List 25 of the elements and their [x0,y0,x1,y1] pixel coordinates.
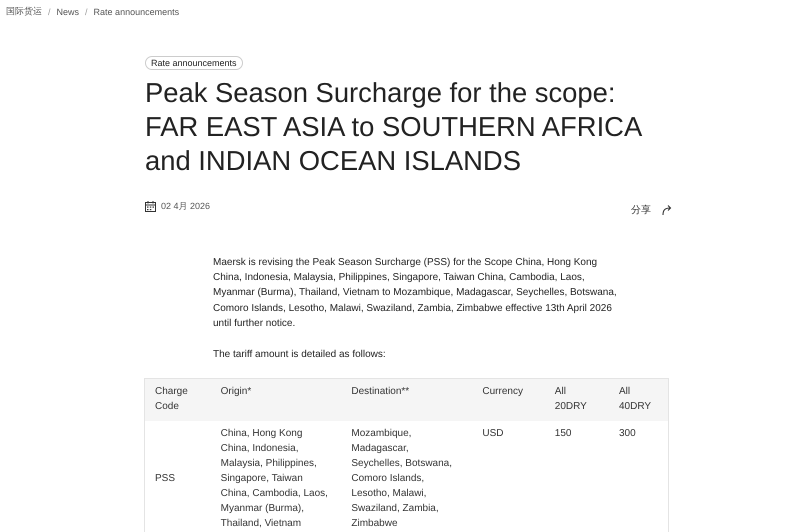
breadcrumb-separator: / [85,6,88,16]
column-header: Destination** [341,378,472,422]
category-tag[interactable]: Rate announcements [145,56,243,70]
table-cell: 150 [544,421,609,532]
table-cell: USD [472,421,545,532]
breadcrumb-link[interactable]: Rate announcements [94,6,180,16]
breadcrumb-link[interactable]: News [56,6,80,16]
table-cell: Mozambique, Madagascar, Seychelles, Botswana, Comoro Islands, Lesotho, Malawi, Swaziland, Zambia, Zimbabwe [341,421,472,532]
table-cell: 300 [608,421,668,532]
table-cell: PSS [144,421,211,532]
table-cell: China, Hong Kong China, Indonesia, Malaysia, Philippines, Singapore, Taiwan China, Cambodia, Laos, Myanmar (Burma), Thailand, Vietnam [210,421,342,532]
column-header: All 20DRY [544,378,609,422]
article-title: Peak Season Surcharge for the scope: FAR EAST ASIA to SOUTHERN AFRICA and INDIAN OCEAN ISLANDS [145,76,642,178]
breadcrumb-link[interactable]: 国际货运 [6,5,42,18]
column-header: Charge Code [144,378,211,422]
calendar-icon [145,200,156,212]
column-header: Currency [472,378,545,422]
column-header: Origin* [210,378,342,422]
share-button[interactable]: 分享 [631,203,673,217]
paragraph: The tariff amount is detailed as follows: [213,348,387,362]
share-icon [661,204,673,216]
column-header: All 40DRY [608,378,668,422]
publish-date: 02 4月 2026 [161,200,210,212]
paragraph: Maersk is revising the Peak Season Surcharge (PSS) for the Scope China, Hong Kong China, Indonesia, Malaysia, Philippines, Singapore, Taiwan China, Cambodia, Laos, Myanmar (Burma), Thailand, Vietnam to Mozambique, Madagascar, Seychelles, Botswana, Comoro Islands, Lesotho, Malawi, Swaziland, Zambia, Zimbabwe effective 13th April 2026 until further notice. [213,256,618,331]
breadcrumb-separator: / [48,6,51,16]
